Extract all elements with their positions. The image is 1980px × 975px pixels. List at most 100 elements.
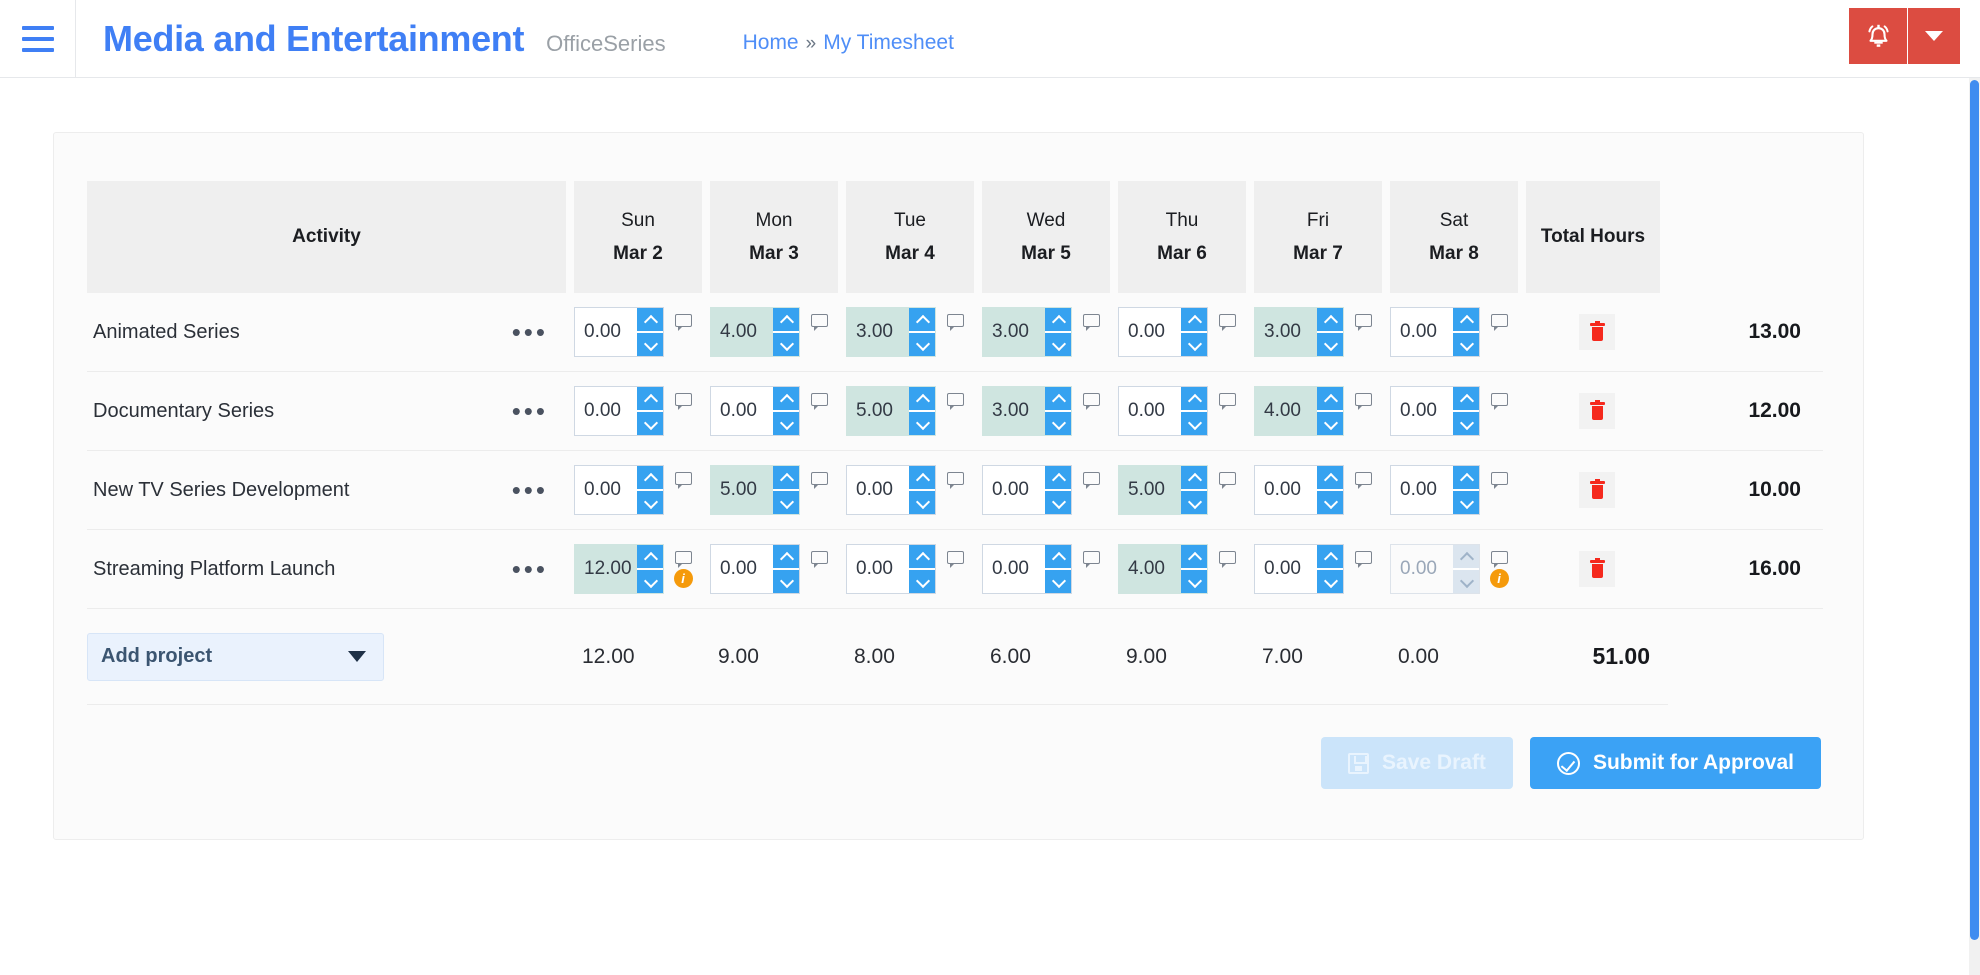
- hours-input[interactable]: 3.00: [846, 307, 936, 357]
- stepper-up-button[interactable]: [1317, 545, 1343, 570]
- save-draft-button[interactable]: Save Draft: [1321, 737, 1513, 789]
- comment-icon[interactable]: [1490, 392, 1508, 410]
- hours-input[interactable]: 0.00: [574, 307, 664, 357]
- comment-icon[interactable]: [810, 392, 828, 410]
- stepper-down-button[interactable]: [909, 412, 935, 435]
- hours-input[interactable]: 0.00: [846, 544, 936, 594]
- comment-icon[interactable]: [674, 550, 692, 568]
- comment-icon[interactable]: [946, 392, 964, 410]
- hours-input[interactable]: 0.00: [574, 465, 664, 515]
- hours-input[interactable]: 5.00: [846, 386, 936, 436]
- hamburger-menu-icon[interactable]: [0, 0, 76, 78]
- hours-input[interactable]: 0.00: [1118, 386, 1208, 436]
- ellipsis-icon[interactable]: •••: [512, 319, 548, 345]
- stepper-up-button[interactable]: [1453, 466, 1479, 491]
- stepper-up-button[interactable]: [1181, 466, 1207, 491]
- comment-icon[interactable]: [810, 313, 828, 331]
- submit-for-approval-button[interactable]: Submit for Approval: [1529, 737, 1821, 789]
- stepper-down-button[interactable]: [1317, 491, 1343, 514]
- comment-icon[interactable]: [1354, 550, 1372, 568]
- stepper-down-button[interactable]: [1045, 412, 1071, 435]
- comment-icon[interactable]: [674, 313, 692, 331]
- delete-row-button[interactable]: [1579, 314, 1615, 350]
- comment-icon[interactable]: [674, 392, 692, 410]
- stepper-down-button[interactable]: [773, 333, 799, 356]
- stepper-up-button[interactable]: [1453, 387, 1479, 412]
- stepper-down-button[interactable]: [1317, 412, 1343, 435]
- hours-input[interactable]: 0.00: [574, 386, 664, 436]
- hours-input[interactable]: 0.00: [846, 465, 936, 515]
- stepper-down-button[interactable]: [1181, 412, 1207, 435]
- stepper-up-button[interactable]: [1317, 308, 1343, 333]
- stepper-down-button[interactable]: [1453, 333, 1479, 356]
- hours-input[interactable]: 0.00: [1390, 307, 1480, 357]
- comment-icon[interactable]: [1082, 550, 1100, 568]
- comment-icon[interactable]: [1218, 471, 1236, 489]
- alerts-chevron-down-icon[interactable]: [1908, 8, 1960, 64]
- hours-input[interactable]: 5.00: [710, 465, 800, 515]
- hours-input[interactable]: 5.00: [1118, 465, 1208, 515]
- hours-input[interactable]: 0.00: [982, 544, 1072, 594]
- comment-icon[interactable]: [1490, 550, 1508, 568]
- page-scrollbar-thumb[interactable]: [1970, 80, 1979, 940]
- delete-row-button[interactable]: [1579, 551, 1615, 587]
- comment-icon[interactable]: [1218, 550, 1236, 568]
- stepper-down-button[interactable]: [1181, 491, 1207, 514]
- comment-icon[interactable]: [946, 471, 964, 489]
- hours-input[interactable]: 3.00: [1254, 307, 1344, 357]
- stepper-up-button[interactable]: [909, 387, 935, 412]
- stepper-up-button[interactable]: [909, 466, 935, 491]
- hours-input[interactable]: 3.00: [982, 307, 1072, 357]
- stepper-up-button[interactable]: [909, 545, 935, 570]
- stepper-up-button[interactable]: [1317, 387, 1343, 412]
- hours-input[interactable]: 0.00: [710, 386, 800, 436]
- stepper-down-button[interactable]: [1453, 491, 1479, 514]
- stepper-down-button[interactable]: [1045, 570, 1071, 593]
- stepper-down-button[interactable]: [637, 570, 663, 593]
- hours-input[interactable]: 0.00: [710, 544, 800, 594]
- page-scrollbar-track[interactable]: [1969, 78, 1980, 975]
- ellipsis-icon[interactable]: •••: [512, 398, 548, 424]
- stepper-down-button[interactable]: [1045, 333, 1071, 356]
- stepper-up-button[interactable]: [637, 466, 663, 491]
- comment-icon[interactable]: [1082, 471, 1100, 489]
- comment-icon[interactable]: [946, 550, 964, 568]
- stepper-up-button[interactable]: [1181, 387, 1207, 412]
- stepper-up-button[interactable]: [773, 387, 799, 412]
- stepper-down-button[interactable]: [1181, 570, 1207, 593]
- hours-input[interactable]: 0.00: [1390, 386, 1480, 436]
- stepper-up-button[interactable]: [909, 308, 935, 333]
- stepper-up-button[interactable]: [1181, 308, 1207, 333]
- hours-input[interactable]: 4.00: [710, 307, 800, 357]
- stepper-up-button[interactable]: [773, 466, 799, 491]
- comment-icon[interactable]: [1218, 313, 1236, 331]
- stepper-down-button[interactable]: [637, 412, 663, 435]
- stepper-up-button[interactable]: [1045, 466, 1071, 491]
- hours-input[interactable]: 4.00: [1118, 544, 1208, 594]
- stepper-up-button[interactable]: [637, 308, 663, 333]
- hours-input[interactable]: 3.00: [982, 386, 1072, 436]
- hours-input[interactable]: 0.00: [1118, 307, 1208, 357]
- comment-icon[interactable]: [1218, 392, 1236, 410]
- stepper-up-button[interactable]: [1317, 466, 1343, 491]
- stepper-down-button[interactable]: [909, 570, 935, 593]
- comment-icon[interactable]: [810, 550, 828, 568]
- stepper-down-button[interactable]: [773, 570, 799, 593]
- stepper-up-button[interactable]: [1045, 387, 1071, 412]
- stepper-down-button[interactable]: [637, 491, 663, 514]
- stepper-up-button[interactable]: [1045, 545, 1071, 570]
- hours-input[interactable]: 12.00: [574, 544, 664, 594]
- hours-input[interactable]: 0.00: [1254, 544, 1344, 594]
- stepper-down-button[interactable]: [773, 412, 799, 435]
- add-project-dropdown[interactable]: Add project: [87, 632, 384, 681]
- stepper-up-button[interactable]: [1181, 545, 1207, 570]
- stepper-up-button[interactable]: [637, 387, 663, 412]
- stepper-down-button[interactable]: [1317, 570, 1343, 593]
- stepper-up-button[interactable]: [637, 545, 663, 570]
- hours-input[interactable]: 0.00: [1390, 465, 1480, 515]
- comment-icon[interactable]: [1354, 313, 1372, 331]
- info-icon[interactable]: i: [1489, 568, 1509, 588]
- comment-icon[interactable]: [1354, 471, 1372, 489]
- comment-icon[interactable]: [1082, 313, 1100, 331]
- stepper-down-button[interactable]: [909, 333, 935, 356]
